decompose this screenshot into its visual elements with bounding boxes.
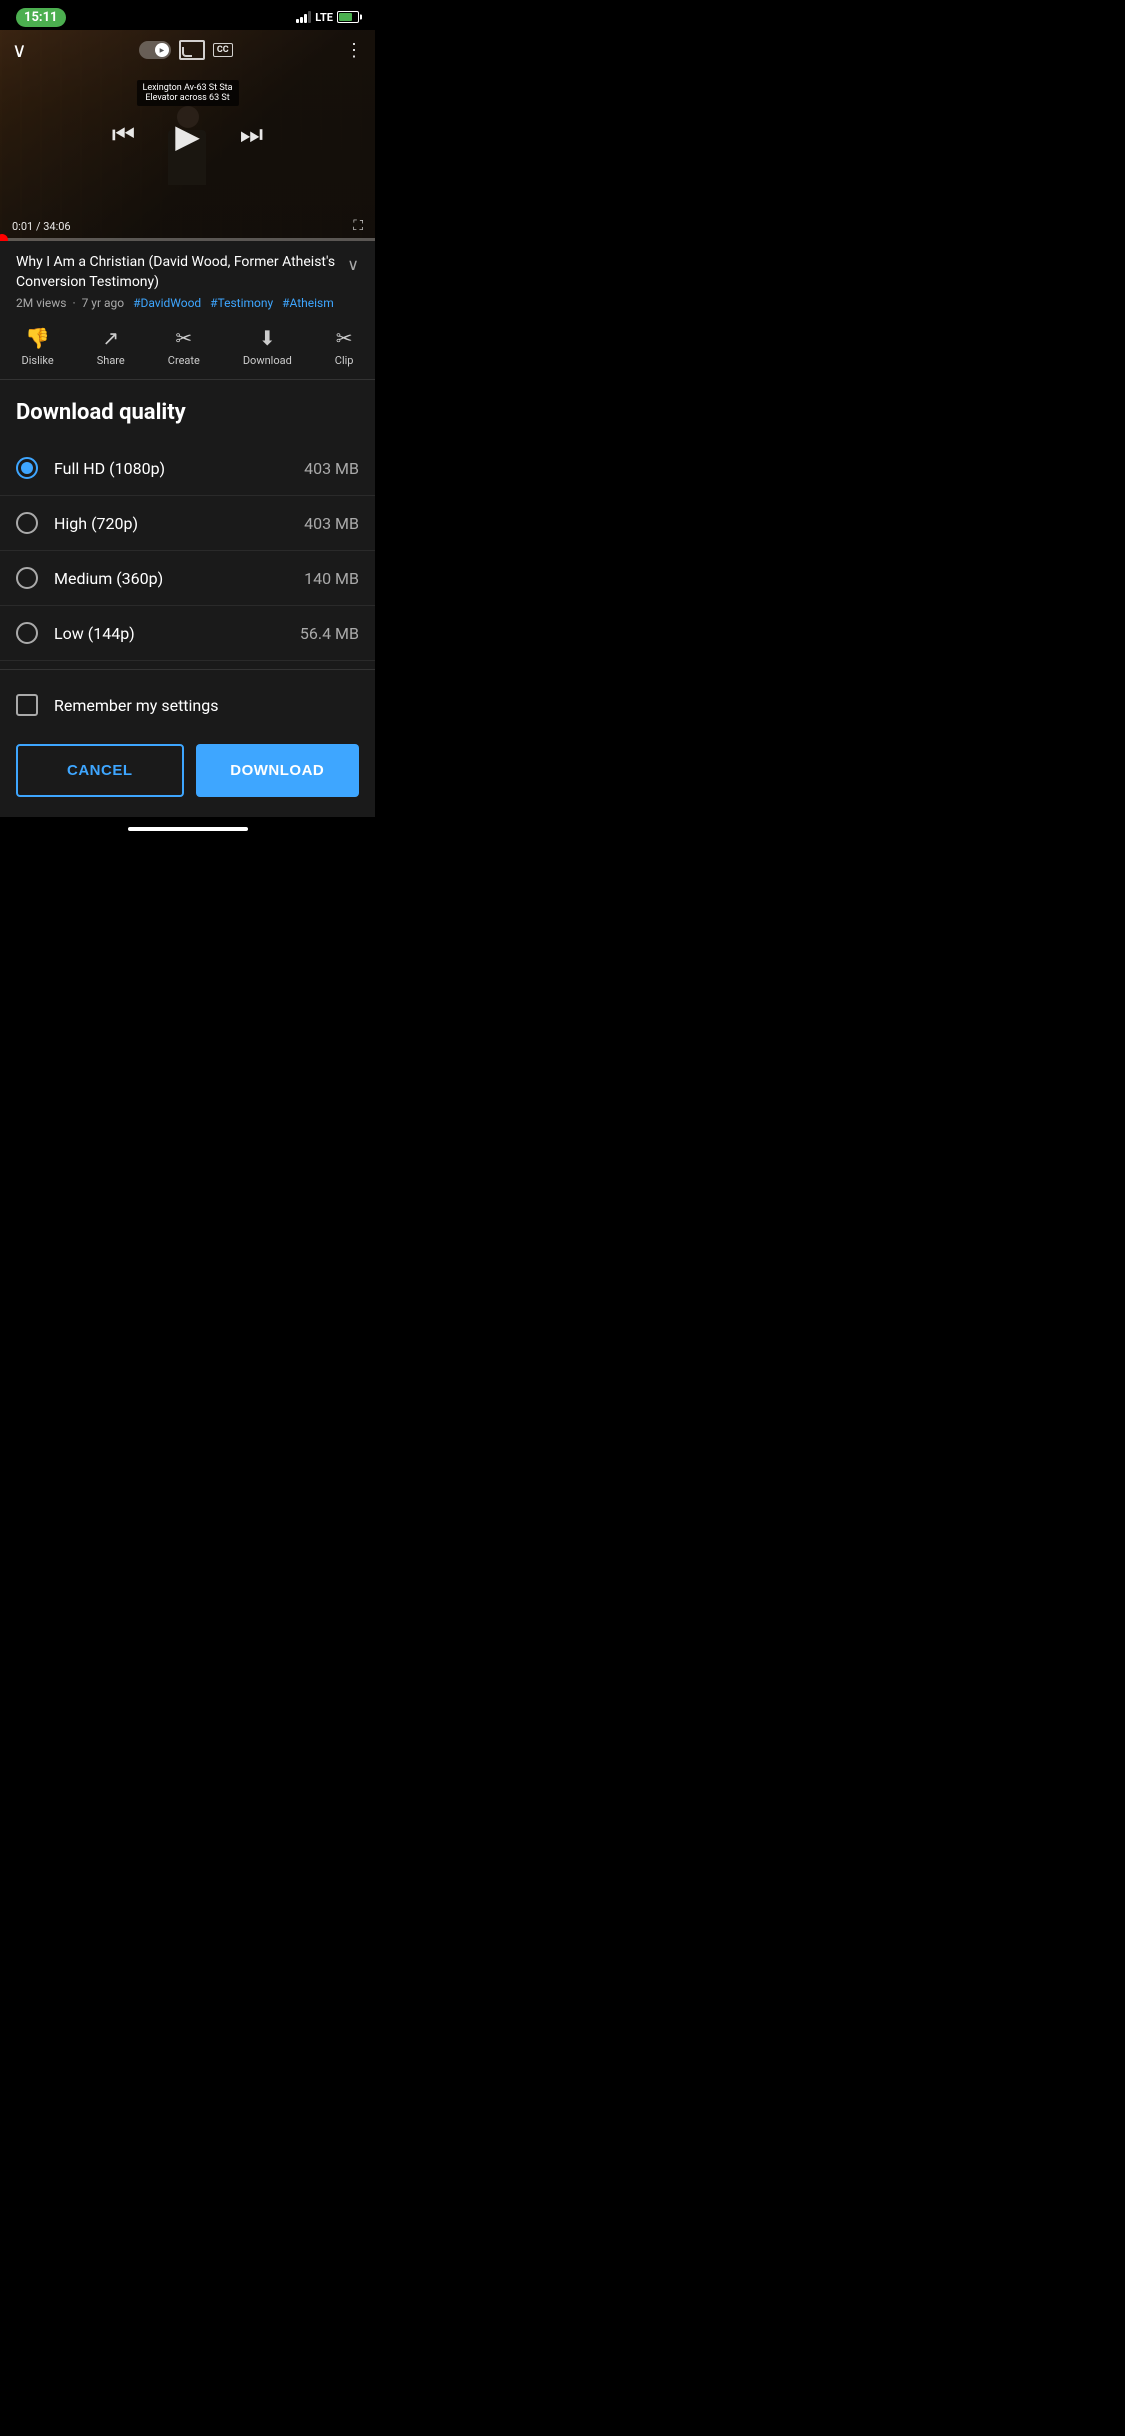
radio-low bbox=[16, 622, 38, 644]
video-title-row: Why I Am a Christian (David Wood, Former… bbox=[16, 253, 359, 292]
cancel-button[interactable]: CANCEL bbox=[16, 744, 184, 797]
subtitle-line1: Lexington Av-63 St Sta bbox=[142, 83, 232, 93]
upload-time: 7 yr ago bbox=[82, 296, 125, 310]
download-label: Download bbox=[243, 354, 292, 367]
quality-option-fullhd[interactable]: Full HD (1080p) 403 MB bbox=[0, 441, 375, 496]
action-bar: 👎 Dislike ↗ Share ✂ Create ⬇ Download ✂ … bbox=[0, 318, 375, 380]
quality-option-low[interactable]: Low (144p) 56.4 MB bbox=[0, 606, 375, 661]
time-row: 0:01 / 34:06 ⛶ bbox=[0, 214, 375, 238]
buttons-row: CANCEL DOWNLOAD bbox=[0, 732, 375, 817]
toggle-knob bbox=[155, 43, 169, 57]
dislike-label: Dislike bbox=[22, 354, 54, 367]
video-info: Why I Am a Christian (David Wood, Former… bbox=[0, 241, 375, 318]
tag-atheism[interactable]: #Atheism bbox=[282, 296, 334, 310]
download-button[interactable]: ⬇ Download bbox=[243, 326, 292, 367]
subtitle-overlay: Lexington Av-63 St Sta Elevator across 6… bbox=[136, 80, 238, 106]
home-indicator bbox=[0, 817, 375, 841]
clip-icon: ✂ bbox=[336, 326, 353, 350]
battery-fill bbox=[339, 13, 352, 21]
play-button[interactable]: ▶ bbox=[175, 117, 200, 155]
share-icon: ↗ bbox=[102, 326, 119, 350]
signal-icon bbox=[296, 11, 311, 23]
cast-icon[interactable] bbox=[179, 40, 205, 60]
quality-name-fullhd: Full HD (1080p) bbox=[54, 459, 304, 478]
chevron-down-icon[interactable]: ∨ bbox=[12, 38, 27, 62]
download-confirm-button[interactable]: DOWNLOAD bbox=[196, 744, 360, 797]
autoplay-toggle[interactable] bbox=[139, 41, 171, 59]
captions-icon[interactable]: CC bbox=[213, 43, 233, 57]
quality-name-high: High (720p) bbox=[54, 514, 304, 533]
remember-checkbox[interactable] bbox=[16, 694, 38, 716]
quality-option-high[interactable]: High (720p) 403 MB bbox=[0, 496, 375, 551]
video-meta: 2M views · 7 yr ago #DavidWood #Testimon… bbox=[16, 296, 359, 310]
download-icon: ⬇ bbox=[259, 326, 276, 350]
video-player[interactable]: Lexington Av-63 St Sta Elevator across 6… bbox=[0, 30, 375, 241]
lte-text: LTE bbox=[315, 11, 333, 24]
share-label: Share bbox=[97, 354, 125, 367]
dislike-button[interactable]: 👎 Dislike bbox=[22, 326, 54, 367]
create-button[interactable]: ✂ Create bbox=[168, 326, 200, 367]
download-quality-title: Download quality bbox=[0, 380, 375, 441]
quality-size-low: 56.4 MB bbox=[300, 624, 359, 643]
fullscreen-icon[interactable]: ⛶ bbox=[353, 218, 363, 234]
radio-inner-fullhd bbox=[21, 462, 33, 474]
remember-settings-row[interactable]: Remember my settings bbox=[0, 678, 375, 732]
quality-name-low: Low (144p) bbox=[54, 624, 300, 643]
clip-button[interactable]: ✂ Clip bbox=[335, 326, 354, 367]
create-label: Create bbox=[168, 354, 200, 367]
remember-label: Remember my settings bbox=[54, 696, 219, 715]
battery-icon bbox=[337, 11, 359, 23]
radio-medium bbox=[16, 567, 38, 589]
quality-size-high: 403 MB bbox=[304, 514, 359, 533]
status-bar: 15:11 LTE bbox=[0, 0, 375, 30]
tag-davidwood[interactable]: #DavidWood bbox=[133, 296, 201, 310]
video-top-bar: ∨ CC ⋮ bbox=[0, 30, 375, 70]
video-title: Why I Am a Christian (David Wood, Former… bbox=[16, 253, 339, 292]
dislike-icon: 👎 bbox=[25, 326, 50, 350]
progress-bar[interactable] bbox=[0, 238, 375, 241]
more-options-icon[interactable]: ⋮ bbox=[345, 40, 363, 61]
create-icon: ✂ bbox=[175, 326, 192, 350]
quality-option-medium[interactable]: Medium (360p) 140 MB bbox=[0, 551, 375, 606]
status-right-icons: LTE bbox=[296, 11, 359, 24]
video-top-center-controls: CC bbox=[139, 40, 233, 60]
radio-fullhd bbox=[16, 457, 38, 479]
quality-name-medium: Medium (360p) bbox=[54, 569, 304, 588]
divider bbox=[0, 669, 375, 670]
next-button[interactable]: ⏭ bbox=[240, 120, 263, 151]
views-count: 2M views bbox=[16, 296, 67, 310]
status-time: 15:11 bbox=[16, 8, 66, 27]
home-bar bbox=[128, 827, 248, 831]
expand-icon[interactable]: ∨ bbox=[347, 255, 359, 274]
previous-button[interactable]: ⏮ bbox=[112, 120, 135, 151]
quality-size-medium: 140 MB bbox=[304, 569, 359, 588]
playback-controls: ⏮ ▶ ⏭ bbox=[0, 117, 375, 155]
tag-testimony[interactable]: #Testimony bbox=[210, 296, 273, 310]
quality-size-fullhd: 403 MB bbox=[304, 459, 359, 478]
video-bottom-bar: 0:01 / 34:06 ⛶ bbox=[0, 214, 375, 241]
subtitle-line2: Elevator across 63 St bbox=[142, 93, 232, 103]
radio-high bbox=[16, 512, 38, 534]
current-time: 0:01 / 34:06 bbox=[12, 220, 71, 233]
clip-label: Clip bbox=[335, 354, 354, 367]
share-button[interactable]: ↗ Share bbox=[97, 326, 125, 367]
download-quality-panel: Download quality Full HD (1080p) 403 MB … bbox=[0, 380, 375, 817]
